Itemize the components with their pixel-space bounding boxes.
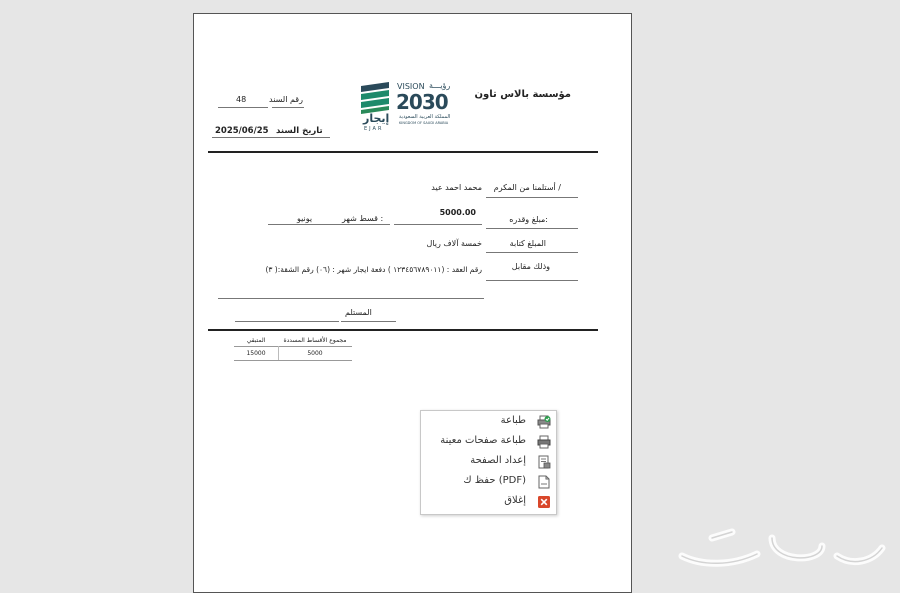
received-from-value: محمد احمد عيد xyxy=(431,183,482,192)
receipt-page: مؤسسة بالاس تاون إيجار EJAR VISION رؤيــ… xyxy=(193,13,632,593)
kingdom-english-text: KINGDOM OF SAUDI ARABIA xyxy=(399,121,449,125)
table-cell-paid: 5000 xyxy=(307,350,323,357)
close-icon xyxy=(538,496,550,508)
menu-item-close[interactable]: إغلاق xyxy=(421,492,556,512)
vision-ejar-logo: إيجار EJAR VISION رؤيـــة 2030 المملكة ا… xyxy=(359,80,459,140)
ejar-english-text: EJAR xyxy=(364,126,384,132)
for-label: وذلك مقابل xyxy=(511,262,550,271)
table-header-paid: مجموع الأقساط المسددة xyxy=(283,337,347,344)
menu-item-label: حفظ ك (PDF) xyxy=(463,475,526,486)
for-value: رقم العقد : (١٢٣٤٥٦٧٨٩٠١١ ) دفعة ايجار ش… xyxy=(265,265,482,274)
menu-item-page-setup[interactable]: إعداد الصفحة xyxy=(421,452,556,472)
page-setup-icon xyxy=(538,455,551,469)
table-cell-remaining: 15000 xyxy=(246,350,266,357)
received-from-label: أستلمنا من المكرم / xyxy=(493,183,561,192)
bond-number-value: 48 xyxy=(236,95,247,104)
table-header-remaining: المتبقي xyxy=(246,337,266,344)
menu-item-label: إغلاق xyxy=(504,495,526,506)
amount-label: مبلغ وقدره: xyxy=(509,215,548,224)
vision-arabic-text: رؤيـــة xyxy=(429,81,451,90)
print-check-icon xyxy=(537,415,551,429)
menu-item-label: طباعة صفحات معينة xyxy=(440,435,526,446)
amount-words-label: المبلغ كتابة xyxy=(509,239,546,248)
installment-label: قسط شهر : xyxy=(342,214,384,223)
vision-year-text: 2030 xyxy=(396,90,449,114)
company-name: مؤسسة بالاس تاون xyxy=(474,89,571,100)
print-context-menu: طباعة طباعة صفحات معينة إعداد الصفحة حفظ… xyxy=(420,410,557,515)
receiver-label: المستلم xyxy=(345,308,372,317)
bond-date-label: تاريخ السند xyxy=(276,126,323,136)
save-pdf-icon xyxy=(538,475,550,489)
ejar-arabic-text: إيجار xyxy=(363,112,390,125)
amount-words-value: خمسة آلاف ريال xyxy=(426,239,483,248)
site-watermark-logo xyxy=(678,528,886,567)
kingdom-arabic-text: المملكة العربية السعودية xyxy=(399,114,451,120)
installment-value: يونيو xyxy=(297,214,313,223)
menu-item-print-pages[interactable]: طباعة صفحات معينة xyxy=(421,432,556,452)
summary-table: مجموع الأقساط المسددة المتبقي 5000 15000 xyxy=(234,336,352,366)
menu-item-label: طباعة xyxy=(500,415,526,426)
menu-item-label: إعداد الصفحة xyxy=(470,455,526,466)
menu-item-print[interactable]: طباعة xyxy=(421,412,556,432)
printer-icon xyxy=(537,435,551,449)
bond-number-label: رقم السند xyxy=(269,95,303,104)
bond-date-value: 2025/06/25 xyxy=(215,126,269,136)
amount-value: 5000.00 xyxy=(439,208,476,217)
menu-item-save-pdf[interactable]: حفظ ك (PDF) xyxy=(421,472,556,492)
